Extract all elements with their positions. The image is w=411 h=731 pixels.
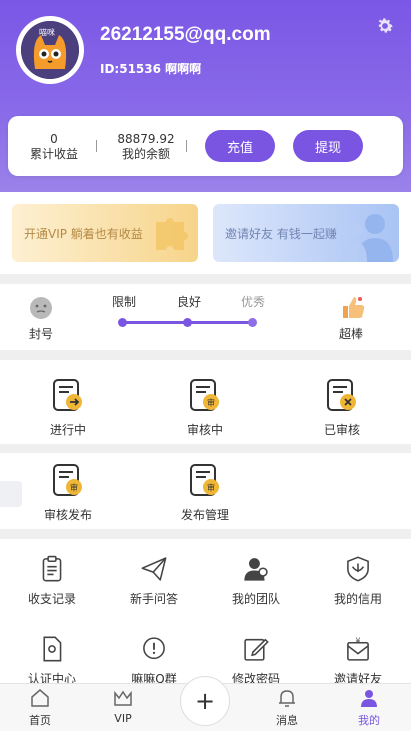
publish-plus-button[interactable]: + [180, 676, 230, 726]
income-stat: 0 累计收益 [28, 132, 80, 162]
task-in-progress[interactable]: 进行中 [18, 378, 118, 438]
doc-x-icon [327, 379, 356, 411]
task-reviewed[interactable]: 已审核 [292, 378, 392, 438]
divider [96, 140, 97, 152]
cat-avatar-icon: 喵咪 [21, 21, 79, 79]
level-dot [183, 318, 192, 327]
clipboard-icon [42, 555, 62, 582]
withdraw-button[interactable]: 提现 [293, 130, 363, 162]
bell-icon [279, 690, 295, 707]
publish-manage[interactable]: 审 发布管理 [155, 463, 255, 523]
task-in-progress-label: 进行中 [49, 423, 86, 437]
banner-row: 开通VIP 躺着也有收益 邀请好友 有钱一起赚 [0, 192, 411, 274]
review-publish[interactable]: 审 审核发布 [18, 463, 118, 523]
id-doc-icon [43, 636, 62, 662]
menu-grid: 收支记录 新手问答 我的团队 我的信用 认证中心 嘛嘛Q群 修改密码 ¥ 邀请好… [0, 539, 411, 683]
balance-stat: 88879.92 我的余额 [112, 132, 180, 162]
doc-coin-icon: 审 [53, 464, 82, 496]
tab-vip[interactable]: VIP [93, 688, 153, 725]
people-icon [341, 214, 393, 262]
tab-vip-label: VIP [114, 712, 132, 725]
menu-faq[interactable]: 新手问答 [104, 555, 204, 607]
task-status-section: 进行中 审 审核中 已审核 [0, 360, 411, 444]
review-publish-label: 审核发布 [43, 508, 92, 522]
tab-mine[interactable]: 我的 [339, 688, 399, 728]
user-id: ID:51536 啊啊啊 [100, 62, 202, 76]
crown-icon [114, 690, 132, 706]
tab-messages[interactable]: 消息 [257, 688, 317, 728]
home-icon [31, 689, 49, 707]
shield-flower-icon [347, 556, 369, 582]
tab-home-label: 首页 [29, 714, 51, 727]
doc-coin-icon: 审 [190, 464, 219, 496]
menu-credit-label: 我的信用 [333, 592, 382, 606]
avatar[interactable]: 喵咪 [16, 16, 84, 84]
level-step-2: 良好 [177, 295, 202, 309]
tab-mine-label: 我的 [358, 714, 380, 727]
vip-banner-text: 开通VIP 躺着也有收益 [24, 227, 143, 241]
tab-messages-label: 消息 [276, 714, 298, 727]
user-email: 26212155@qq.com [100, 24, 271, 45]
svg-text:¥: ¥ [356, 637, 361, 646]
credit-level: 封号 限制 良好 优秀 超棒 [0, 284, 411, 350]
menu-team-label: 我的团队 [231, 592, 280, 606]
menu-credit[interactable]: 我的信用 [308, 555, 408, 607]
invite-banner-text: 邀请好友 有钱一起赚 [225, 227, 337, 241]
envelope-money-icon: ¥ [347, 637, 369, 661]
menu-password[interactable]: 修改密码 [206, 635, 306, 683]
menu-faq-label: 新手问答 [129, 592, 178, 606]
income-value: 0 [50, 132, 58, 146]
level-dot [118, 318, 127, 327]
sad-face-icon [30, 297, 52, 319]
tab-home[interactable]: 首页 [10, 688, 70, 728]
level-step-3: 优秀 [241, 295, 266, 309]
avatar-label: 喵咪 [39, 28, 55, 37]
level-right-label: 超棒 [339, 327, 364, 341]
balance-value: 88879.92 [117, 132, 175, 146]
team-icon [244, 558, 268, 581]
svg-text:审: 审 [207, 398, 215, 408]
level-left-label: 封号 [29, 327, 54, 341]
menu-records[interactable]: 收支记录 [2, 555, 102, 607]
alert-bubble-icon [143, 637, 165, 660]
divider [186, 140, 187, 152]
task-reviewing[interactable]: 审 审核中 [155, 378, 255, 438]
publish-manage-label: 发布管理 [180, 508, 229, 522]
balance-card: 0 累计收益 88879.92 我的余额 充值 提现 [8, 116, 403, 176]
menu-records-label: 收支记录 [27, 592, 76, 606]
doc-coin-icon: 审 [190, 379, 219, 411]
thumbs-up-icon [343, 297, 365, 318]
menu-team[interactable]: 我的团队 [206, 555, 306, 607]
user-icon [361, 690, 377, 707]
edit-icon [244, 638, 269, 661]
income-label: 累计收益 [29, 147, 78, 161]
balance-label: 我的余额 [121, 147, 170, 161]
menu-support[interactable]: 嘛嘛Q群 [104, 635, 204, 683]
recharge-button[interactable]: 充值 [205, 130, 275, 162]
puzzle-icon [156, 218, 188, 250]
doc-arrow-icon [53, 379, 82, 411]
paper-plane-icon [141, 557, 167, 581]
publish-section: 审 审核发布 审 发布管理 [0, 453, 411, 529]
svg-text:审: 审 [70, 483, 78, 493]
level-step-1: 限制 [112, 295, 137, 309]
menu-verify[interactable]: 认证中心 [2, 635, 102, 683]
menu-invite-label: 邀请好友 [333, 672, 382, 683]
level-dot [248, 318, 257, 327]
task-reviewed-label: 已审核 [323, 423, 360, 437]
vip-banner[interactable]: 开通VIP 躺着也有收益 [12, 204, 198, 262]
menu-verify-label: 认证中心 [27, 672, 76, 683]
menu-invite[interactable]: ¥ 邀请好友 [308, 635, 408, 683]
invite-banner[interactable]: 邀请好友 有钱一起赚 [213, 204, 399, 262]
svg-text:审: 审 [207, 483, 215, 493]
task-reviewing-label: 审核中 [186, 423, 223, 437]
gear-icon[interactable] [375, 16, 395, 36]
